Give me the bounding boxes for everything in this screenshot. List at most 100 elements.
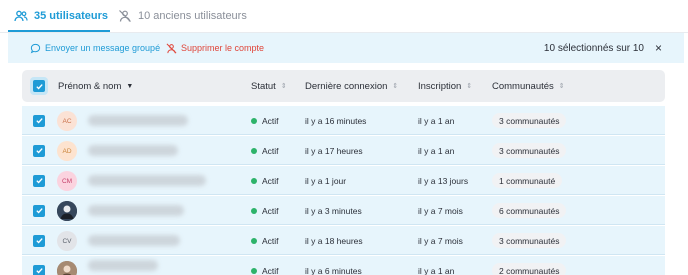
- user-name-redacted: [88, 260, 158, 271]
- communities-badge: 3 communautés: [492, 113, 567, 128]
- status-text: Actif: [262, 235, 279, 246]
- column-name-label: Prénom & nom: [58, 80, 122, 92]
- communities-cell[interactable]: 3 communautés: [492, 136, 567, 165]
- check-icon: [33, 204, 45, 217]
- table-row[interactable]: AC Actif il y a 16 minutes il y a 1 an 3…: [22, 106, 665, 135]
- status-cell: Actif: [251, 226, 279, 255]
- avatar: CV: [57, 231, 77, 251]
- row-checkbox[interactable]: [33, 196, 45, 225]
- sort-icon: ⇕: [466, 82, 473, 90]
- last-login-cell: il y a 6 minutes: [305, 265, 362, 275]
- status-cell: Actif: [251, 196, 279, 225]
- last-login-cell: il y a 1 jour: [305, 175, 347, 186]
- user-off-icon: [118, 9, 132, 23]
- communities-badge: 1 communauté: [492, 173, 563, 188]
- user-name-redacted: [88, 175, 206, 186]
- column-communities-label: Communautés: [492, 80, 554, 92]
- tab-users-label: 35 utilisateurs: [34, 10, 108, 22]
- communities-cell[interactable]: 3 communautés: [492, 106, 567, 135]
- status-text: Actif: [262, 115, 279, 126]
- table-header: Prénom & nom ▼ Statut ⇕ Dernière connexi…: [22, 70, 665, 102]
- row-checkbox[interactable]: [33, 226, 45, 255]
- communities-badge: 6 communautés: [492, 203, 567, 218]
- signup-cell: il y a 1 an: [418, 145, 455, 156]
- table-row[interactable]: CM Actif il y a 1 jour il y a 13 jours 1…: [22, 166, 665, 195]
- column-header-signup[interactable]: Inscription ⇕: [418, 70, 472, 102]
- check-icon: [33, 114, 45, 127]
- status-cell: Actif: [251, 136, 279, 165]
- last-login-cell: il y a 3 minutes: [305, 205, 362, 216]
- column-header-last-login[interactable]: Dernière connexion ⇕: [305, 70, 398, 102]
- communities-cell[interactable]: 3 communautés: [492, 226, 567, 255]
- check-icon: [33, 264, 45, 275]
- tab-former-users-label: 10 anciens utilisateurs: [138, 10, 247, 22]
- check-icon: [33, 234, 45, 247]
- communities-badge: 3 communautés: [492, 233, 567, 248]
- user-name-redacted: [88, 145, 178, 156]
- close-icon[interactable]: ×: [655, 33, 662, 63]
- chat-bubble-icon: [30, 43, 41, 54]
- delete-account-button[interactable]: Supprimer le compte: [166, 33, 264, 63]
- status-text: Actif: [262, 145, 279, 156]
- column-status-label: Statut: [251, 80, 276, 92]
- tab-users[interactable]: 35 utilisateurs: [14, 0, 108, 32]
- column-header-communities[interactable]: Communautés ⇕: [492, 70, 565, 102]
- row-checkbox[interactable]: [33, 166, 45, 195]
- check-icon: [33, 80, 45, 92]
- last-login-cell: il y a 17 heures: [305, 145, 363, 156]
- bulk-action-bar: Envoyer un message groupé Supprimer le c…: [8, 33, 684, 63]
- table-row[interactable]: Actif il y a 3 minutes il y a 7 mois 6 c…: [22, 196, 665, 225]
- avatar-photo: [57, 201, 77, 221]
- status-dot: [251, 207, 257, 214]
- status-cell: Actif: [251, 256, 279, 275]
- avatar: CM: [57, 171, 77, 191]
- sort-icon: ⇕: [558, 82, 565, 90]
- sort-icon: ⇕: [280, 82, 287, 90]
- send-group-message-label: Envoyer un message groupé: [45, 43, 161, 53]
- selection-count: 10 sélectionnés sur 10: [543, 42, 644, 54]
- communities-cell[interactable]: 2 communautés: [492, 256, 567, 275]
- signup-cell: il y a 1 an: [418, 265, 455, 275]
- tab-former-users[interactable]: 10 anciens utilisateurs: [118, 0, 247, 32]
- users-icon: [14, 9, 28, 23]
- sort-icon: ⇕: [392, 82, 399, 90]
- sort-desc-icon: ▼: [126, 82, 134, 90]
- communities-badge: 3 communautés: [492, 143, 567, 158]
- communities-cell[interactable]: 1 communauté: [492, 166, 563, 195]
- status-dot: [251, 237, 257, 244]
- avatar: AD: [57, 141, 77, 161]
- signup-cell: il y a 7 mois: [418, 235, 463, 246]
- column-header-status[interactable]: Statut ⇕: [251, 70, 287, 102]
- row-checkbox[interactable]: [33, 136, 45, 165]
- avatar: AC: [57, 111, 77, 131]
- status-text: Actif: [262, 205, 279, 216]
- send-group-message-button[interactable]: Envoyer un message groupé: [30, 33, 160, 63]
- row-checkbox[interactable]: [33, 256, 45, 275]
- check-icon: [33, 174, 45, 187]
- table-row[interactable]: AD Actif il y a 17 heures il y a 1 an 3 …: [22, 136, 665, 165]
- communities-cell[interactable]: 6 communautés: [492, 196, 567, 225]
- status-cell: Actif: [251, 166, 279, 195]
- row-checkbox[interactable]: [33, 106, 45, 135]
- last-login-cell: il y a 18 heures: [305, 235, 363, 246]
- user-name-redacted: [88, 205, 184, 216]
- status-dot: [251, 267, 257, 274]
- select-all-checkbox[interactable]: [30, 70, 48, 102]
- table-row[interactable]: CV Actif il y a 18 heures il y a 7 mois …: [22, 226, 665, 255]
- communities-badge: 2 communautés: [492, 263, 567, 275]
- signup-cell: il y a 13 jours: [418, 175, 469, 186]
- status-dot: [251, 177, 257, 184]
- delete-account-label: Supprimer le compte: [181, 43, 265, 53]
- column-header-name[interactable]: Prénom & nom ▼: [58, 70, 133, 102]
- check-icon: [33, 144, 45, 157]
- signup-cell: il y a 7 mois: [418, 205, 463, 216]
- status-dot: [251, 147, 257, 154]
- status-cell: Actif: [251, 106, 279, 135]
- column-last-login-label: Dernière connexion: [305, 80, 388, 92]
- tab-bar: 35 utilisateurs 10 anciens utilisateurs: [0, 0, 688, 32]
- table-row[interactable]: Actif il y a 6 minutes il y a 1 an 2 com…: [22, 256, 665, 275]
- last-login-cell: il y a 16 minutes: [305, 115, 367, 126]
- status-dot: [251, 117, 257, 124]
- status-text: Actif: [262, 265, 279, 275]
- status-text: Actif: [262, 175, 279, 186]
